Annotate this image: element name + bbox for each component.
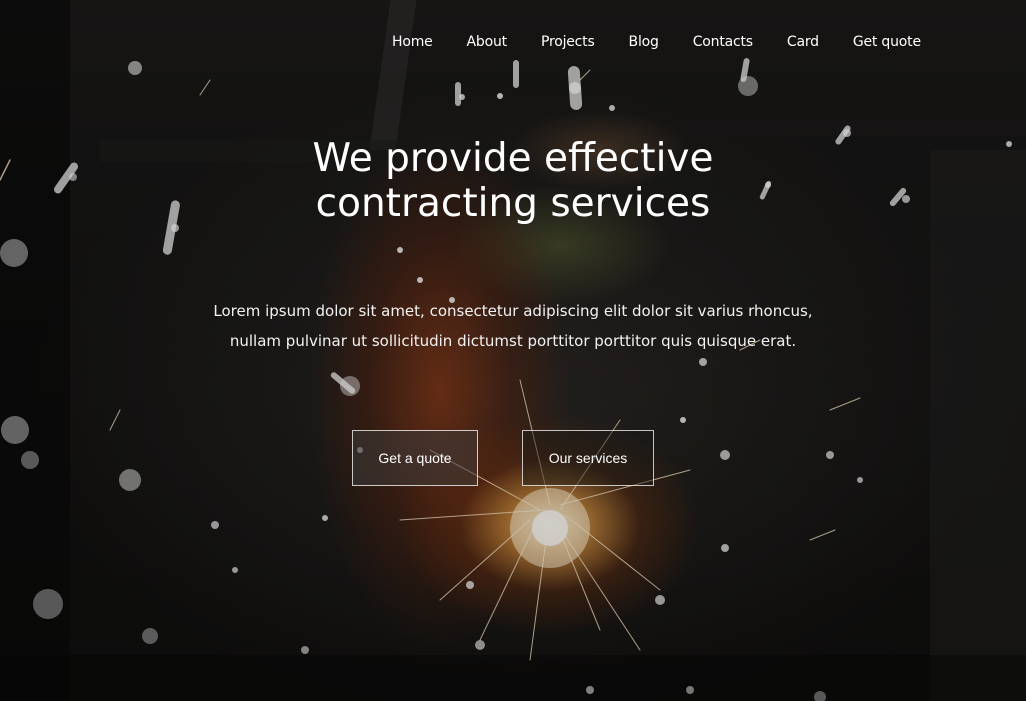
nav-item-projects[interactable]: Projects xyxy=(524,32,612,52)
main-nav: Home About Projects Blog Contacts Card G… xyxy=(375,32,935,52)
lead-paragraph: Lorem ipsum dolor sit amet, consectetur … xyxy=(0,296,1026,356)
nav-item-contacts[interactable]: Contacts xyxy=(676,32,770,52)
lead-line-1: Lorem ipsum dolor sit amet, consectetur … xyxy=(213,302,813,320)
headline-line-1: We provide effective xyxy=(312,136,714,181)
get-a-quote-button[interactable]: Get a quote xyxy=(352,430,478,486)
spark-glow xyxy=(510,488,590,568)
our-services-button[interactable]: Our services xyxy=(522,430,654,486)
floor-shadow xyxy=(0,655,1026,701)
nav-item-card[interactable]: Card xyxy=(770,32,836,52)
hero-lead: Lorem ipsum dolor sit amet, consectetur … xyxy=(0,296,1026,356)
hero-section: Home About Projects Blog Contacts Card G… xyxy=(0,0,1026,701)
hero-actions: Get a quote Our services xyxy=(0,430,1026,486)
nav-item-about[interactable]: About xyxy=(450,32,524,52)
crossbar xyxy=(680,120,1026,136)
ceiling-beam xyxy=(369,0,417,150)
page-title: We provide effective contracting service… xyxy=(0,136,1026,226)
nav-item-blog[interactable]: Blog xyxy=(612,32,676,52)
headline-line-2: contracting services xyxy=(315,181,711,226)
nav-item-home[interactable]: Home xyxy=(375,32,450,52)
right-column xyxy=(930,150,1026,701)
hero-headline: We provide effective contracting service… xyxy=(0,136,1026,226)
nav-item-get-quote[interactable]: Get quote xyxy=(836,32,938,52)
lead-line-2: nullam pulvinar ut sollicitudin dictumst… xyxy=(229,332,797,350)
